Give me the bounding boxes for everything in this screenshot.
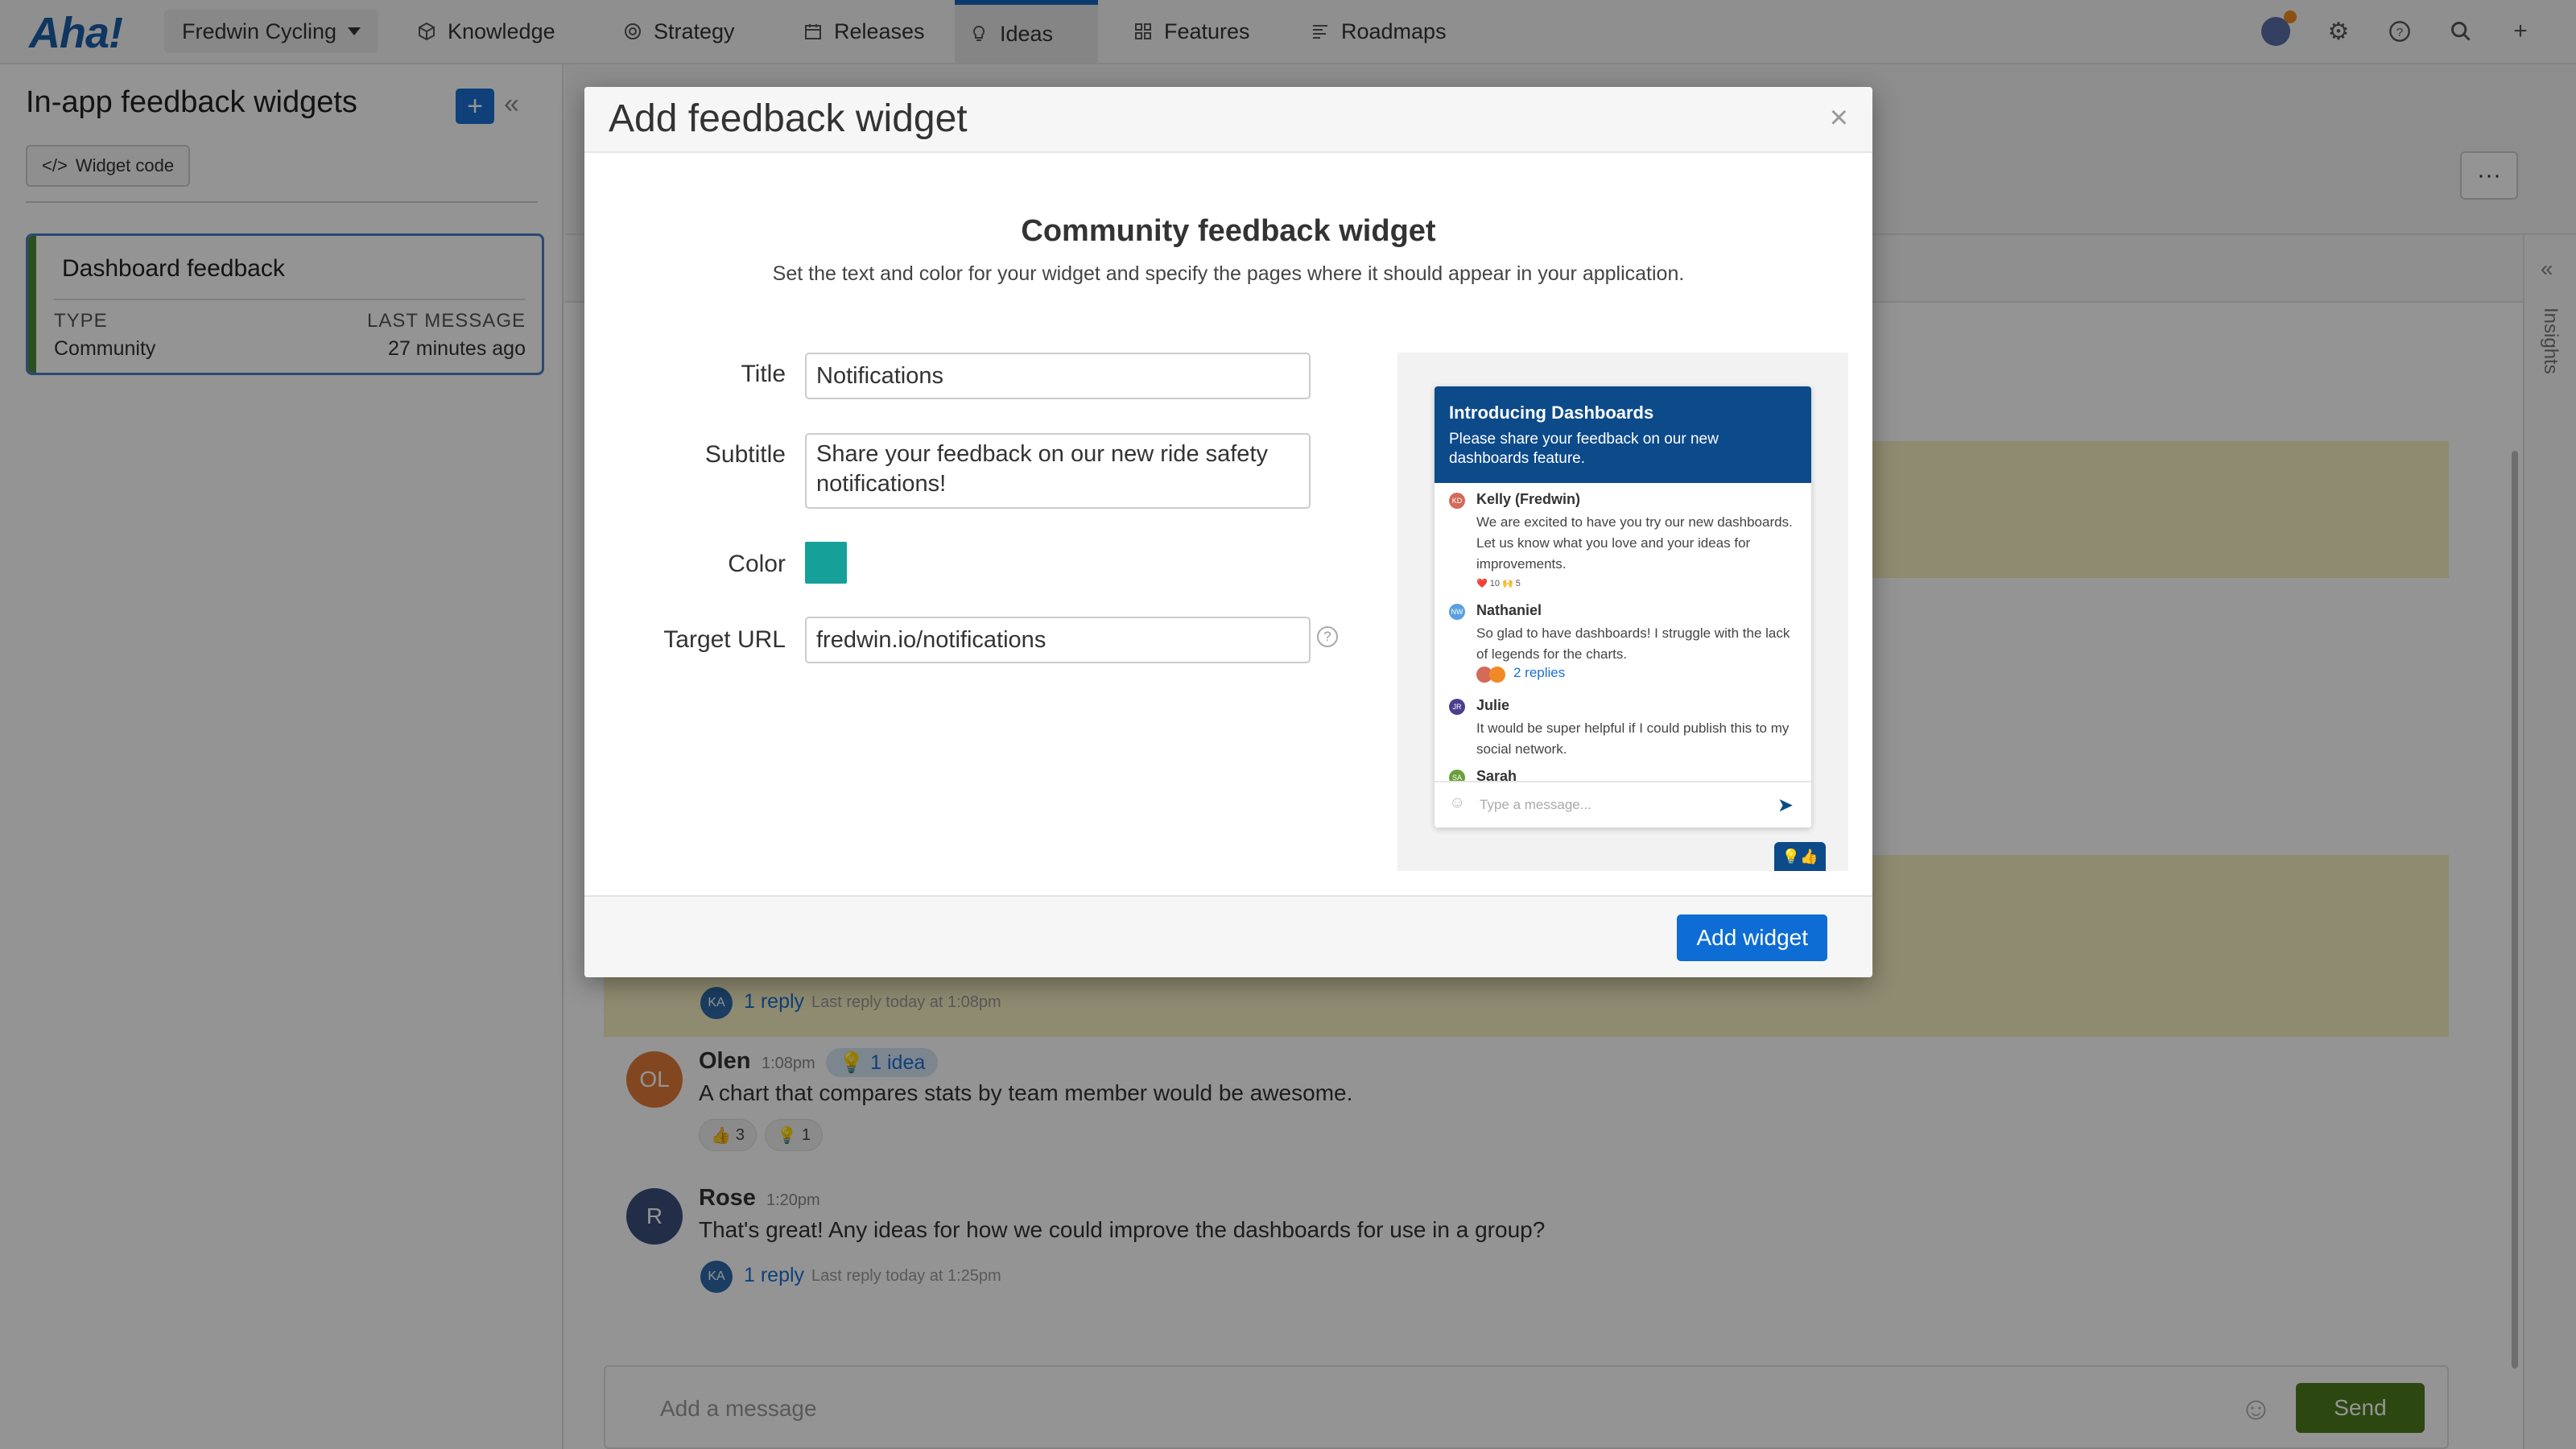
add-feedback-widget-modal: Add feedback widget × Community feedback…	[584, 87, 1872, 977]
title-label: Title	[741, 361, 786, 387]
widget-preview: Introducing Dashboards Please share your…	[1397, 353, 1848, 871]
send-icon: ➤	[1777, 795, 1794, 816]
preview-avatar: NW	[1449, 604, 1465, 620]
color-label: Color	[728, 551, 786, 577]
preview-message-input: ☺ Type a message... ➤	[1435, 781, 1811, 828]
preview-avatar: KD	[1449, 493, 1465, 509]
preview-replies-link: 2 replies	[1513, 665, 1566, 680]
preview-reply-avatar	[1489, 667, 1505, 683]
modal-title: Add feedback widget	[609, 97, 968, 140]
preview-text: We are excited to have you try our new d…	[1476, 514, 1793, 572]
preview-text: So glad to have dashboards! I struggle w…	[1476, 625, 1790, 662]
emoji-icon: ☺	[1449, 794, 1466, 811]
preview-avatar: JR	[1449, 699, 1465, 715]
preview-header: Introducing Dashboards Please share your…	[1435, 386, 1811, 483]
preview-author: Nathaniel	[1476, 602, 1542, 618]
modal-header: Add feedback widget ×	[584, 87, 1872, 153]
preview-text: It would be super helpful if I could pub…	[1476, 720, 1790, 757]
subtitle-label: Subtitle	[704, 441, 786, 468]
preview-card: Introducing Dashboards Please share your…	[1435, 386, 1811, 828]
widget-description: Set the text and color for your widget a…	[772, 262, 1685, 285]
color-swatch[interactable]	[805, 542, 847, 584]
preview-author: Julie	[1476, 697, 1510, 713]
add-widget-button[interactable]: Add widget	[1677, 914, 1827, 961]
help-icon[interactable]: ?	[1317, 626, 1338, 647]
target-url-input[interactable]	[805, 617, 1311, 663]
modal-footer: Add widget	[584, 895, 1872, 977]
preview-reactions: ❤️ 10 🙌 5	[1476, 579, 1521, 588]
preview-input-placeholder: Type a message...	[1480, 797, 1591, 812]
preview-title: Introducing Dashboards	[1449, 402, 1654, 423]
subtitle-input[interactable]: Share your feedback on our new ride safe…	[805, 433, 1311, 509]
target-url-label: Target URL	[663, 626, 786, 653]
preview-subtitle: Please share your feedback on our new da…	[1449, 431, 1719, 467]
preview-author: Kelly (Fredwin)	[1476, 491, 1581, 507]
feedback-tab-icon: 💡👍	[1774, 842, 1826, 871]
title-input[interactable]	[805, 353, 1311, 399]
close-icon[interactable]: ×	[1830, 100, 1848, 136]
widget-type-heading: Community feedback widget	[1021, 214, 1436, 248]
